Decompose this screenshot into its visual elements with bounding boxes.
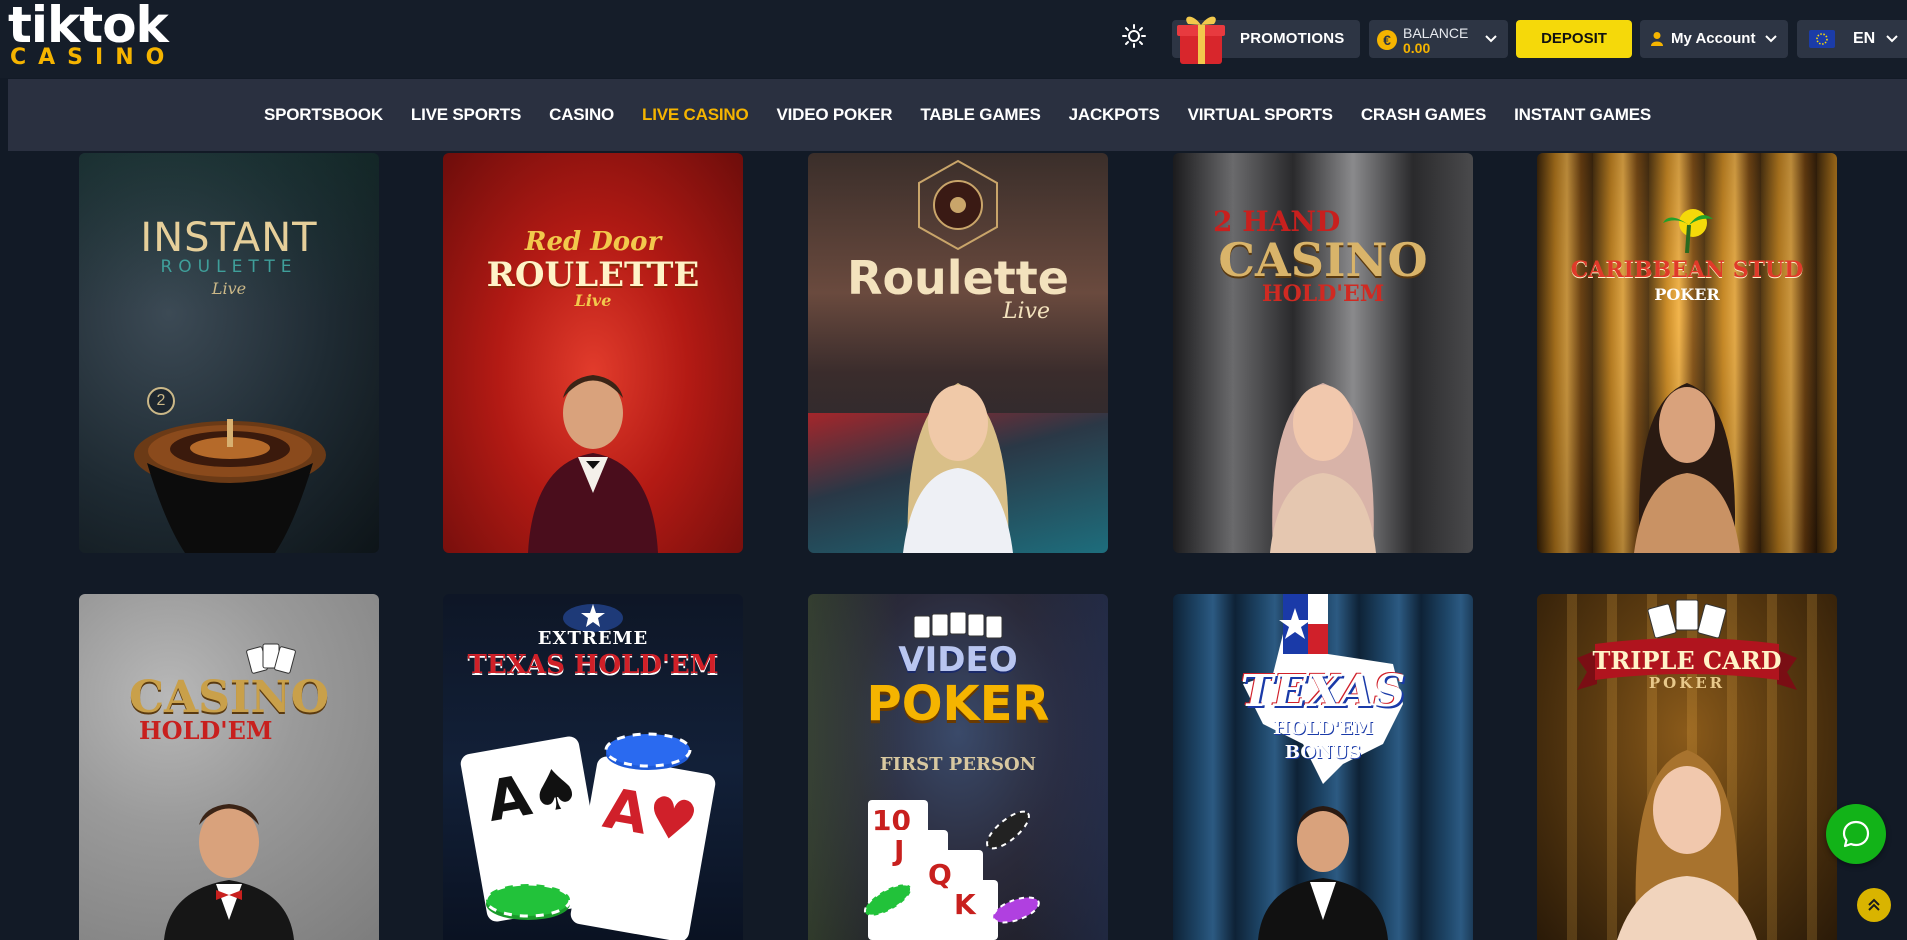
game-tag: HOLD'EM bbox=[1261, 281, 1385, 307]
game-subtitle: POKER bbox=[1648, 674, 1726, 692]
game-tag: Live bbox=[211, 279, 247, 298]
cards-icon bbox=[246, 643, 296, 674]
promotions-label: PROMOTIONS bbox=[1240, 30, 1345, 47]
game-title: Red Door bbox=[524, 227, 662, 257]
game-title: Roulette bbox=[847, 251, 1069, 305]
game-subtitle: POKER bbox=[866, 676, 1050, 732]
game-title: TEXAS bbox=[1240, 666, 1406, 717]
game-subtitle: HOLD'EM bbox=[1272, 718, 1374, 739]
deposit-button[interactable]: DEPOSIT bbox=[1516, 20, 1632, 58]
gift-icon bbox=[1177, 16, 1225, 64]
game-tile-2-hand-casino-holdem[interactable]: 2 HAND CASINO HOLD'EM bbox=[1173, 153, 1473, 553]
game-tile-texas-holdem-bonus[interactable]: TEXAS HOLD'EM BONUS bbox=[1173, 594, 1473, 940]
nav-item-jackpots[interactable]: JACKPOTS bbox=[1055, 79, 1174, 151]
main-nav: SPORTSBOOK LIVE SPORTS CASINO LIVE CASIN… bbox=[8, 79, 1907, 151]
nav-item-casino[interactable]: CASINO bbox=[535, 79, 628, 151]
game-subtitle: POKER bbox=[1654, 285, 1720, 304]
chat-bubble-icon bbox=[1842, 820, 1870, 848]
game-tile-video-poker-first-person[interactable]: VIDEO POKER FIRST PERSON 10 J Q K bbox=[808, 594, 1108, 940]
dealer-image bbox=[164, 804, 294, 940]
user-icon bbox=[1651, 32, 1663, 46]
double-chevron-up-icon bbox=[1868, 898, 1880, 911]
game-tile-extreme-texas-holdem[interactable]: EXTREME TEXAS HOLD'EM A♠ A♥ bbox=[443, 594, 743, 940]
game-title: CARIBBEAN STUD bbox=[1570, 257, 1804, 283]
dealer-image bbox=[1617, 750, 1757, 940]
top-header: tiktok CASINO PROMOTIONS € BALANCE 0.00 bbox=[0, 0, 1907, 78]
nav-item-sportsbook[interactable]: SPORTSBOOK bbox=[250, 79, 397, 151]
palm-tree-icon bbox=[1663, 209, 1713, 253]
balance-value: 0.00 bbox=[1403, 40, 1431, 56]
game-title: EXTREME bbox=[537, 628, 649, 649]
nav-item-crash-games[interactable]: CRASH GAMES bbox=[1347, 79, 1500, 151]
game-tile-casino-holdem[interactable]: CASINO HOLD'EM bbox=[79, 594, 379, 940]
nav-item-table-games[interactable]: TABLE GAMES bbox=[906, 79, 1054, 151]
game-tag: Live bbox=[574, 291, 612, 310]
dealer-image bbox=[1258, 806, 1388, 940]
chevron-down-icon bbox=[1485, 35, 1497, 43]
my-account-label: My Account bbox=[1671, 30, 1756, 47]
game-subtitle: CASINO bbox=[1218, 233, 1428, 287]
svg-text:J: J bbox=[892, 834, 904, 867]
chevron-down-icon bbox=[1886, 35, 1898, 43]
game-title: TRIPLE CARD bbox=[1592, 646, 1782, 675]
sun-icon bbox=[1122, 24, 1146, 48]
nav-item-video-poker[interactable]: VIDEO POKER bbox=[762, 79, 906, 151]
chevron-down-icon bbox=[1765, 35, 1777, 43]
game-tag: FIRST PERSON bbox=[879, 754, 1037, 775]
dealer-image bbox=[1634, 383, 1740, 553]
logo-text-bottom: CASINO bbox=[10, 45, 177, 70]
game-title: INSTANT bbox=[140, 215, 318, 261]
roulette-emblem-icon bbox=[918, 159, 998, 251]
game-tile-triple-card-poker[interactable]: TRIPLE CARD POKER bbox=[1537, 594, 1837, 940]
euro-coin-icon: € bbox=[1377, 30, 1397, 50]
nav-item-live-casino[interactable]: LIVE CASINO bbox=[628, 79, 762, 151]
balance-label: BALANCE bbox=[1403, 25, 1469, 41]
eu-flag-icon bbox=[1809, 30, 1835, 48]
cards-icon bbox=[913, 612, 1003, 639]
game-subtitle: TEXAS HOLD'EM bbox=[467, 650, 719, 680]
promotions-button[interactable]: PROMOTIONS bbox=[1172, 16, 1360, 64]
dealer-image bbox=[528, 375, 658, 553]
site-logo[interactable]: tiktok CASINO bbox=[8, 0, 178, 70]
language-label: EN bbox=[1853, 30, 1876, 47]
game-title: VIDEO bbox=[898, 640, 1018, 680]
my-account-dropdown[interactable]: My Account bbox=[1640, 20, 1788, 58]
game-subtitle: HOLD'EM bbox=[139, 716, 273, 745]
nav-item-live-sports[interactable]: LIVE SPORTS bbox=[397, 79, 535, 151]
game-tile-caribbean-stud-poker[interactable]: CARIBBEAN STUD POKER bbox=[1537, 153, 1837, 553]
poker-cards-icon: 10 J Q K bbox=[863, 800, 1040, 940]
game-tile-instant-roulette[interactable]: INSTANT ROULETTE Live 2 bbox=[79, 153, 379, 553]
nav-item-instant-games[interactable]: INSTANT GAMES bbox=[1500, 79, 1665, 151]
game-tag: Live bbox=[1002, 299, 1050, 324]
game-tile-red-door-roulette[interactable]: Red Door ROULETTE Live bbox=[443, 153, 743, 553]
star-emblem-icon bbox=[563, 604, 623, 632]
playing-cards-icon: A♠ A♥ bbox=[460, 732, 716, 940]
game-subtitle: ROULETTE bbox=[486, 255, 700, 295]
scroll-to-top-button[interactable] bbox=[1857, 888, 1891, 922]
cards-icon bbox=[1647, 599, 1727, 638]
balance-dropdown[interactable]: € BALANCE 0.00 bbox=[1369, 20, 1508, 58]
nav-item-virtual-sports[interactable]: VIRTUAL SPORTS bbox=[1174, 79, 1347, 151]
language-selector[interactable]: EN bbox=[1797, 20, 1907, 58]
game-tag: BONUS bbox=[1284, 742, 1362, 763]
game-tile-roulette-live[interactable]: Roulette Live bbox=[808, 153, 1108, 553]
dealer-image bbox=[903, 383, 1013, 553]
game-subtitle: ROULETTE bbox=[160, 257, 298, 277]
live-chat-button[interactable] bbox=[1826, 804, 1886, 864]
dealer-image bbox=[1270, 383, 1376, 553]
roulette-wheel-icon bbox=[134, 419, 326, 553]
svg-text:K: K bbox=[954, 888, 977, 921]
logo-text-top: tiktok bbox=[8, 0, 169, 54]
theme-toggle-button[interactable] bbox=[1118, 20, 1150, 52]
